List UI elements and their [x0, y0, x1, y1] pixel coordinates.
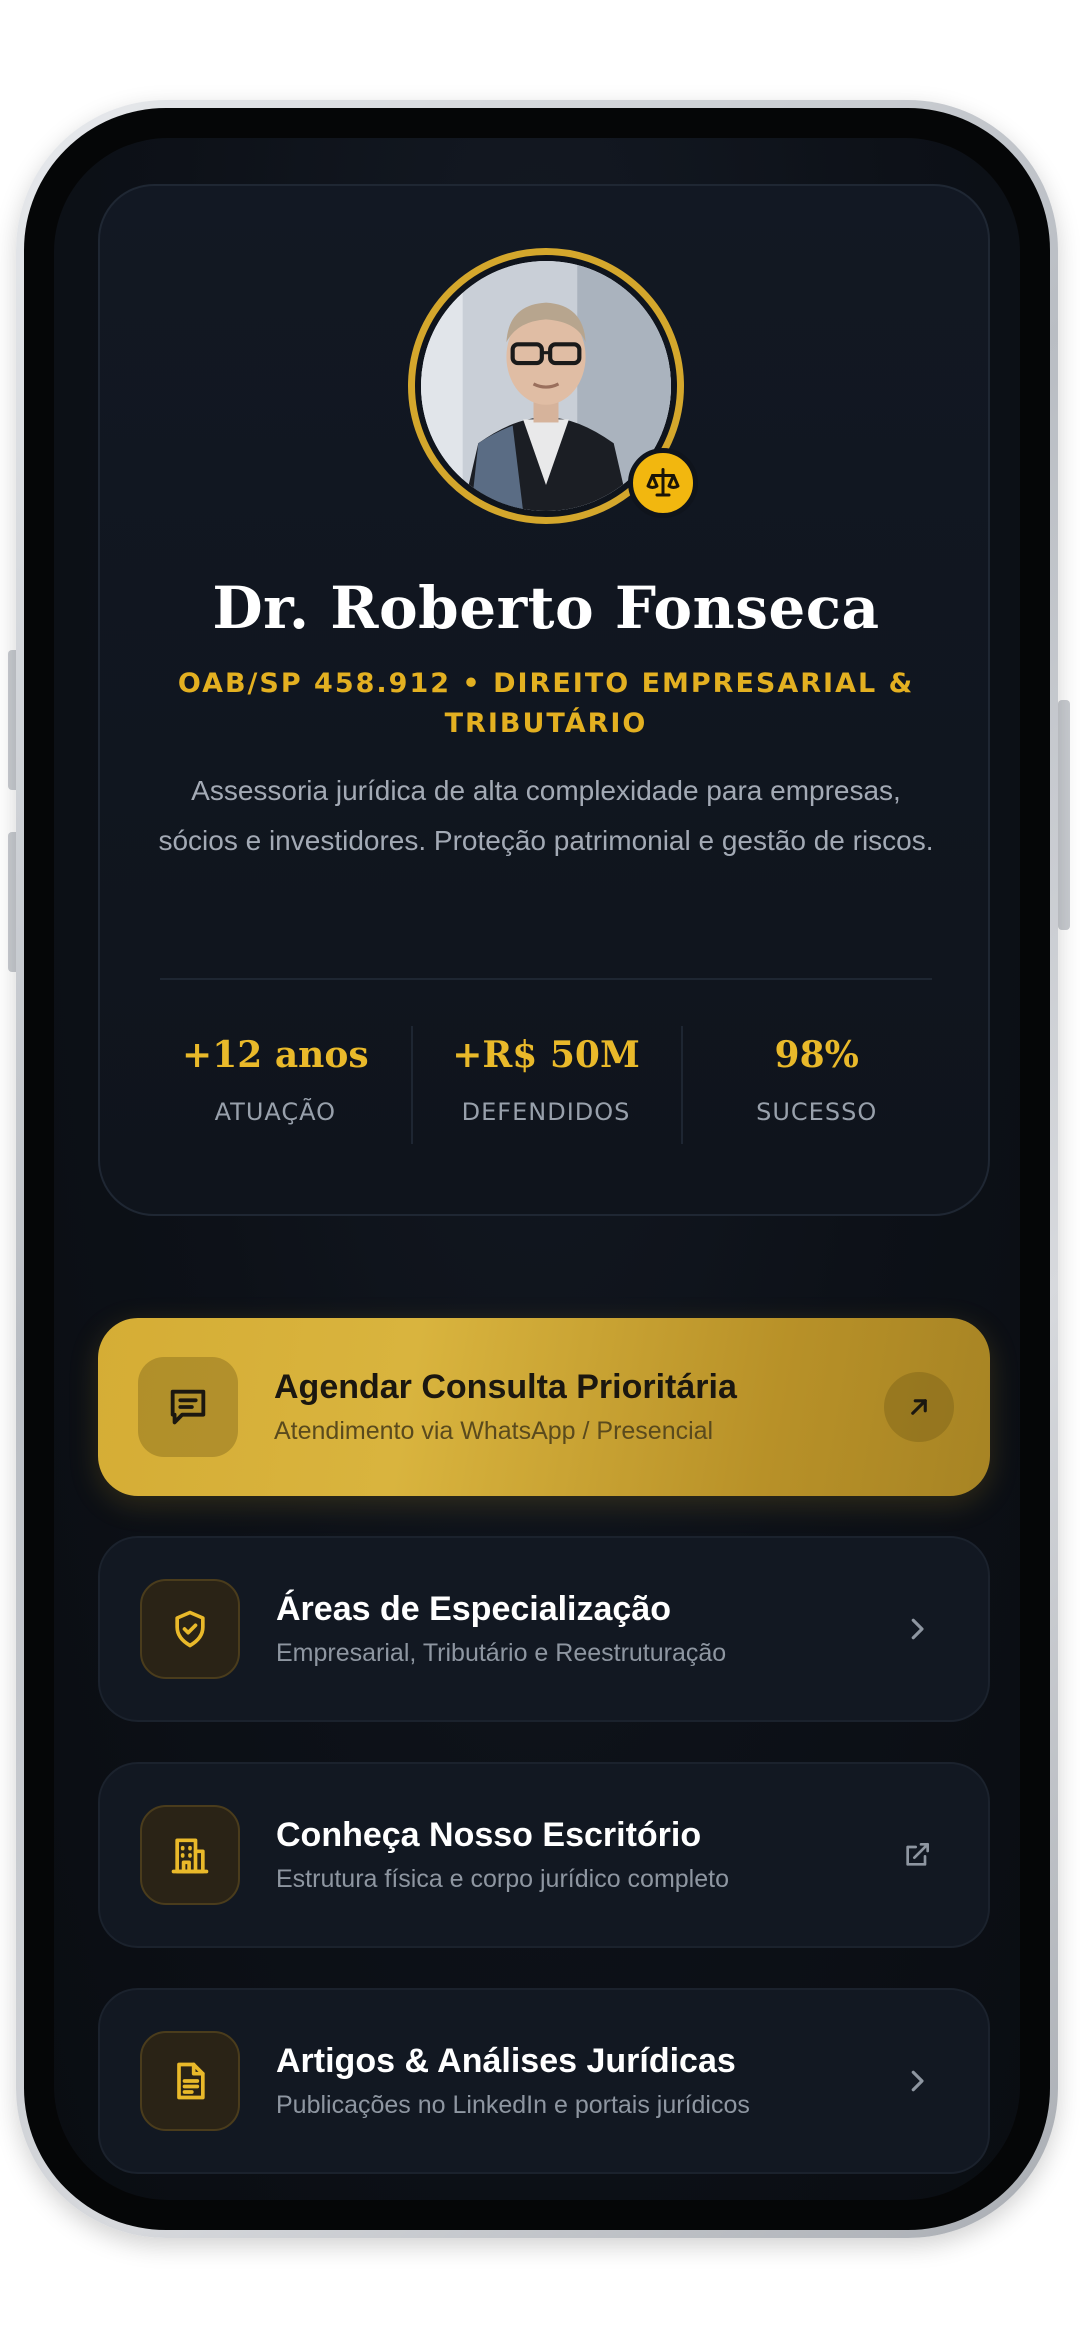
arrow-up-right-icon: [884, 1372, 954, 1442]
link-text: Áreas de Especialização Empresarial, Tri…: [276, 1590, 726, 1668]
shield-check-icon: [140, 1579, 240, 1679]
document-icon: [140, 2031, 240, 2131]
building-icon: [140, 1805, 240, 1905]
link-subtitle: Empresarial, Tributário e Reestruturação: [276, 1639, 727, 1667]
link-subtitle: Estrutura física e corpo jurídico comple…: [276, 1865, 729, 1893]
external-link-icon: [882, 1820, 952, 1890]
stat-value: +12 anos: [182, 1034, 369, 1076]
link-title: Conheça Nosso Escritório: [276, 1816, 702, 1854]
chevron-right-icon: [882, 2046, 952, 2116]
profile-bio: Assessoria jurídica de alta complexidade…: [158, 775, 934, 856]
mockup-stage: Dr. Roberto Fonseca OAB/SP 458.912 • DIR…: [0, 0, 1080, 2340]
link-text: Artigos & Análises Jurídicas Publicações…: [276, 2042, 750, 2120]
stat-label: ATUAÇÃO: [214, 1098, 337, 1126]
chat-message-icon: [138, 1357, 238, 1457]
link-title: Áreas de Especialização: [276, 1590, 672, 1628]
stat-value: +R$ 50M: [452, 1034, 640, 1076]
divider: [160, 978, 932, 980]
link-subtitle: Atendimento via WhatsApp / Presencial: [274, 1417, 714, 1445]
profile-card: Dr. Roberto Fonseca OAB/SP 458.912 • DIR…: [98, 184, 990, 1216]
profile-name: Dr. Roberto Fonseca: [212, 574, 880, 642]
chevron-right-icon: [882, 1594, 952, 1664]
stat-value: 98%: [774, 1034, 859, 1076]
phone-frame: Dr. Roberto Fonseca OAB/SP 458.912 • DIR…: [16, 100, 1058, 2238]
phone-screen: Dr. Roberto Fonseca OAB/SP 458.912 • DIR…: [54, 138, 1020, 2200]
stat-success: 98% SUCESSO: [681, 1006, 952, 1156]
link-title: Agendar Consulta Prioritária: [274, 1368, 737, 1406]
profile-credential: OAB/SP 458.912 • DIREITO EMPRESARIAL & T…: [177, 668, 915, 739]
office-link[interactable]: Conheça Nosso Escritório Estrutura físic…: [98, 1762, 990, 1948]
stat-experience: +12 anos ATUAÇÃO: [140, 1006, 411, 1156]
stat-label: DEFENDIDOS: [461, 1098, 631, 1126]
power-button: [1058, 700, 1070, 930]
link-title: Artigos & Análises Jurídicas: [276, 2042, 736, 2080]
stats-row: +12 anos ATUAÇÃO +R$ 50M DEFENDIDOS 98% …: [140, 1006, 952, 1156]
link-text: Conheça Nosso Escritório Estrutura físic…: [276, 1816, 729, 1894]
stat-defended: +R$ 50M DEFENDIDOS: [410, 1006, 682, 1156]
link-subtitle: Publicações no LinkedIn e portais jurídi…: [276, 2091, 750, 2119]
schedule-consultation-button[interactable]: Agendar Consulta Prioritária Atendimento…: [98, 1318, 990, 1496]
articles-link[interactable]: Artigos & Análises Jurídicas Publicações…: [98, 1988, 990, 2174]
link-text: Agendar Consulta Prioritária Atendimento…: [274, 1368, 737, 1446]
scale-icon: [628, 448, 698, 518]
stat-label: SUCESSO: [756, 1098, 878, 1126]
specialization-areas-link[interactable]: Áreas de Especialização Empresarial, Tri…: [98, 1536, 990, 1722]
phone-bezel: Dr. Roberto Fonseca OAB/SP 458.912 • DIR…: [24, 108, 1050, 2230]
